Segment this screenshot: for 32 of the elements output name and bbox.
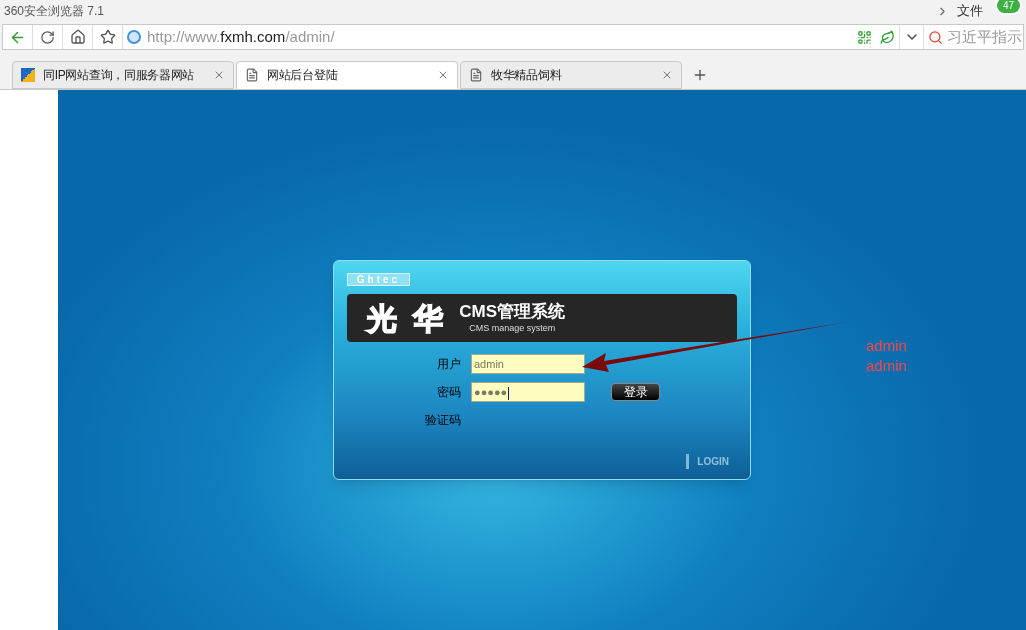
username-field[interactable]: admin [471,354,585,374]
field-label: 密码 [436,384,461,401]
browser-tab[interactable]: 牧华精品饲料 [460,61,682,89]
brand-label: Ghtec [347,273,410,286]
search-icon [928,29,943,45]
star-icon [99,29,116,45]
qr-code-icon[interactable] [857,29,872,45]
system-title: CMS管理系统 [459,300,566,322]
login-caption: LOGIN [697,455,729,469]
field-label: 验证码 [424,412,461,429]
annotation-text: admin [866,336,907,356]
close-icon[interactable] [661,69,673,81]
close-icon[interactable] [437,69,449,81]
leaf-icon[interactable] [880,29,895,45]
page-icon [469,68,483,82]
field-label: 用户 [436,356,461,373]
close-icon[interactable] [213,69,225,81]
window-title: 360安全浏览器 7.1 [4,3,105,20]
home-icon [69,29,86,45]
browser-tab[interactable]: 网站后台登陆 [236,61,458,89]
site-icon [21,68,35,82]
logo-text: 光 华 [367,300,448,337]
page-icon [245,68,259,82]
system-subtitle: CMS manage system [469,321,556,335]
new-tab-icon[interactable] [692,67,708,83]
url-field[interactable]: http://www.fxmh.com/admin/ [147,25,853,49]
menu-item[interactable]: 文件 [956,1,983,21]
browser-tab[interactable]: 同IP网站查询，同服务器网站 [12,61,234,89]
login-button[interactable]: 登录 [611,383,660,401]
password-field[interactable]: ●●●●● [471,382,585,402]
reload-icon [40,29,55,45]
annotation-text: admin [866,356,907,376]
